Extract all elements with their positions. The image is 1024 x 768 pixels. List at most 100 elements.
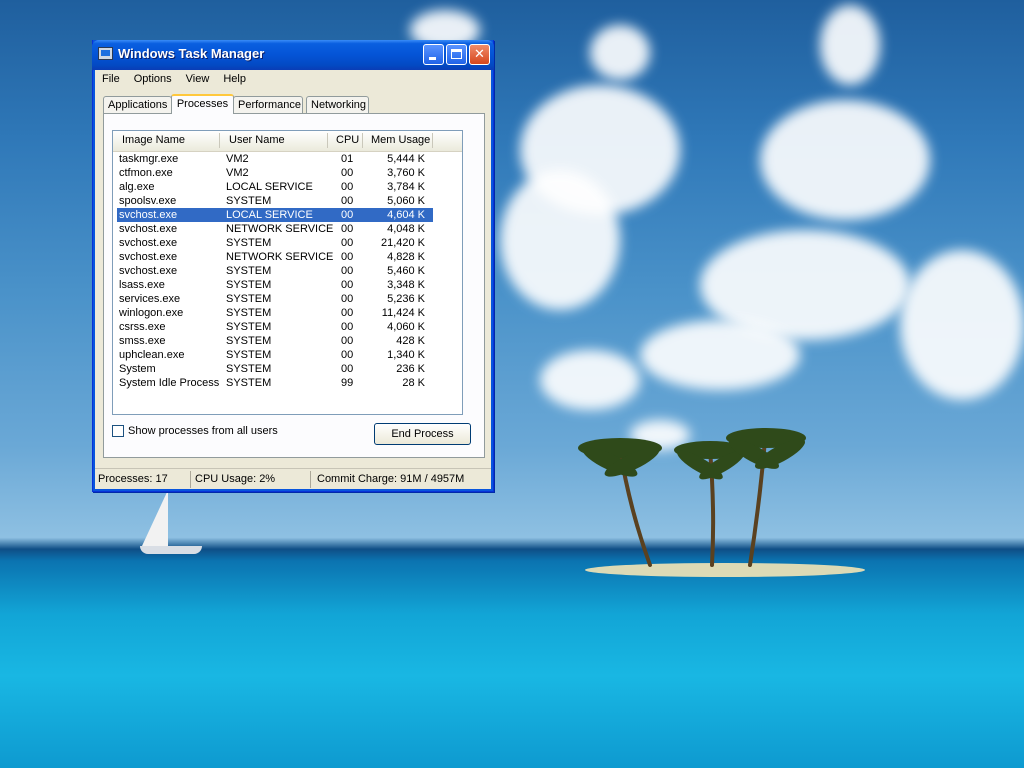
show-all-users-checkbox[interactable]: [112, 425, 124, 437]
process-row[interactable]: services.exe SYSTEM 00 5,236 K: [113, 292, 462, 306]
process-mem-usage: 4,060 K: [387, 321, 425, 333]
minimize-button[interactable]: [423, 44, 444, 65]
process-row[interactable]: ctfmon.exe VM2 00 3,760 K: [113, 166, 462, 180]
column-cpu[interactable]: CPU: [336, 134, 359, 146]
menu-file[interactable]: File: [95, 70, 127, 88]
process-row[interactable]: smss.exe SYSTEM 00 428 K: [113, 334, 462, 348]
process-user-name: LOCAL SERVICE: [226, 181, 313, 193]
column-divider[interactable]: [327, 133, 328, 148]
process-image-name: ctfmon.exe: [119, 167, 173, 179]
process-user-name: SYSTEM: [226, 349, 272, 361]
process-user-name: SYSTEM: [226, 195, 272, 207]
tab-performance[interactable]: Performance: [233, 96, 303, 113]
process-image-name: smss.exe: [119, 335, 166, 347]
process-mem-usage: 5,236 K: [387, 293, 425, 305]
process-mem-usage: 21,420 K: [380, 237, 425, 249]
process-mem-usage: 3,348 K: [387, 279, 425, 291]
column-user-name[interactable]: User Name: [229, 134, 285, 146]
cloud-decoration: [900, 250, 1024, 400]
column-mem-usage[interactable]: Mem Usage: [371, 134, 430, 146]
process-user-name: SYSTEM: [226, 279, 272, 291]
tab-networking[interactable]: Networking: [306, 96, 369, 113]
menu-bar: File Options View Help: [95, 70, 491, 90]
status-cpu-usage: CPU Usage: 2%: [191, 471, 311, 488]
process-user-name: VM2: [226, 153, 249, 165]
maximize-button[interactable]: [446, 44, 467, 65]
process-user-name: SYSTEM: [226, 321, 272, 333]
cloud-decoration: [500, 170, 620, 310]
column-divider[interactable]: [432, 133, 433, 148]
process-mem-usage: 3,760 K: [387, 167, 425, 179]
process-cpu: 00: [341, 321, 354, 333]
end-process-button[interactable]: End Process: [374, 423, 471, 445]
tab-applications[interactable]: Applications: [103, 96, 172, 113]
close-button[interactable]: ✕: [469, 44, 490, 65]
process-mem-usage: 428 K: [396, 335, 425, 347]
menu-help[interactable]: Help: [216, 70, 253, 88]
process-cpu: 00: [341, 209, 354, 221]
process-mem-usage: 5,060 K: [387, 195, 425, 207]
process-row[interactable]: svchost.exe SYSTEM 00 21,420 K: [113, 236, 462, 250]
process-row[interactable]: lsass.exe SYSTEM 00 3,348 K: [113, 278, 462, 292]
process-mem-usage: 11,424 K: [381, 307, 425, 319]
process-user-name: LOCAL SERVICE: [226, 209, 313, 221]
palm-trees-image: [578, 428, 806, 567]
process-image-name: svchost.exe: [119, 209, 178, 221]
process-image-name: lsass.exe: [119, 279, 165, 291]
column-divider[interactable]: [362, 133, 363, 148]
maximize-icon: [451, 49, 462, 59]
menu-view[interactable]: View: [179, 70, 217, 88]
process-row[interactable]: svchost.exe NETWORK SERVICE 00 4,048 K: [113, 222, 462, 236]
tab-processes[interactable]: Processes: [171, 94, 234, 114]
status-commit-charge: Commit Charge: 91M / 4957M: [317, 473, 465, 485]
process-user-name: SYSTEM: [226, 237, 272, 249]
process-row[interactable]: spoolsv.exe SYSTEM 00 5,060 K: [113, 194, 462, 208]
task-manager-window: Windows Task Manager ✕ File Options View He…: [92, 40, 494, 492]
process-user-name: NETWORK SERVICE: [226, 223, 334, 235]
processes-panel: Image Name User Name CPU Mem Usage taskm…: [103, 113, 485, 458]
process-cpu: 00: [341, 195, 354, 207]
process-list[interactable]: Image Name User Name CPU Mem Usage taskm…: [112, 130, 463, 415]
process-cpu: 00: [341, 181, 354, 193]
process-row[interactable]: taskmgr.exe VM2 01 5,444 K: [113, 152, 462, 166]
process-row[interactable]: winlogon.exe SYSTEM 00 11,424 K: [113, 306, 462, 320]
sailboat-hull: [140, 546, 202, 554]
process-cpu: 00: [341, 307, 354, 319]
cloud-decoration: [590, 25, 650, 80]
process-cpu: 00: [341, 279, 354, 291]
process-mem-usage: 5,460 K: [387, 265, 425, 277]
process-cpu: 00: [341, 237, 354, 249]
process-row[interactable]: uphclean.exe SYSTEM 00 1,340 K: [113, 348, 462, 362]
show-all-users-label[interactable]: Show processes from all users: [128, 424, 278, 438]
process-cpu: 01: [341, 153, 354, 165]
process-row[interactable]: svchost.exe LOCAL SERVICE 00 4,604 K: [113, 208, 462, 222]
process-cpu: 00: [341, 251, 354, 263]
cloud-decoration: [540, 350, 640, 410]
process-image-name: System Idle Process: [119, 377, 220, 389]
process-row[interactable]: System SYSTEM 00 236 K: [113, 362, 462, 376]
process-image-name: svchost.exe: [119, 251, 178, 263]
process-row[interactable]: alg.exe LOCAL SERVICE 00 3,784 K: [113, 180, 462, 194]
process-image-name: svchost.exe: [119, 223, 178, 235]
process-user-name: SYSTEM: [226, 293, 272, 305]
task-manager-app-icon[interactable]: [98, 47, 113, 60]
menu-options[interactable]: Options: [127, 70, 179, 88]
process-mem-usage: 236 K: [396, 363, 425, 375]
process-row[interactable]: svchost.exe SYSTEM 00 5,460 K: [113, 264, 462, 278]
process-cpu: 00: [341, 363, 354, 375]
process-row[interactable]: csrss.exe SYSTEM 00 4,060 K: [113, 320, 462, 334]
process-row[interactable]: svchost.exe NETWORK SERVICE 00 4,828 K: [113, 250, 462, 264]
status-processes: Processes: 17: [95, 471, 191, 488]
column-divider[interactable]: [219, 133, 220, 148]
process-user-name: SYSTEM: [226, 307, 272, 319]
process-row[interactable]: System Idle Process SYSTEM 99 28 K: [113, 376, 462, 390]
title-bar[interactable]: Windows Task Manager ✕: [92, 40, 494, 70]
cloud-decoration: [760, 100, 930, 220]
process-list-header: Image Name User Name CPU Mem Usage: [113, 131, 462, 152]
column-image-name[interactable]: Image Name: [122, 134, 185, 146]
process-image-name: alg.exe: [119, 181, 155, 193]
process-mem-usage: 4,828 K: [387, 251, 425, 263]
process-mem-usage: 5,444 K: [387, 153, 425, 165]
process-user-name: SYSTEM: [226, 363, 272, 375]
process-image-name: uphclean.exe: [119, 349, 185, 361]
